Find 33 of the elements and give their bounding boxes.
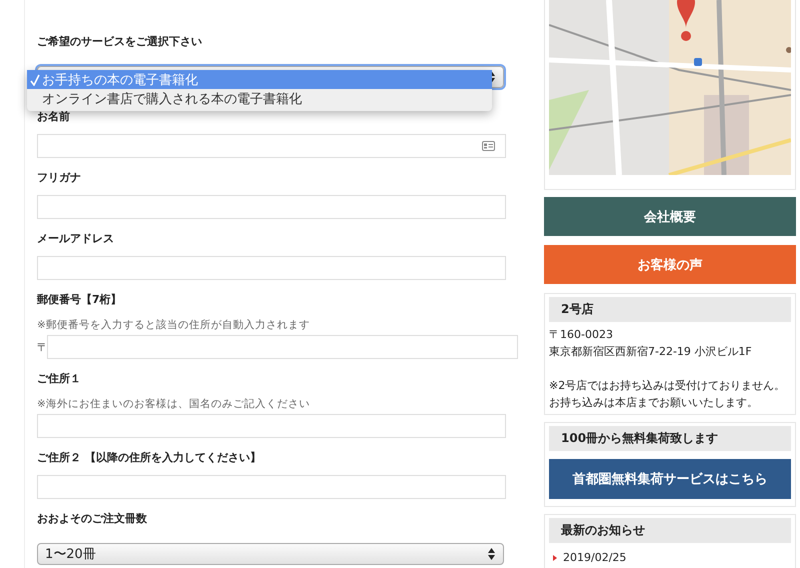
contact-card-icon[interactable] [482,141,495,151]
field-label: おおよそのご注文冊数 [37,511,148,527]
updown-icon [488,548,495,560]
link-button[interactable]: 首都圏無料集荷サービスはこちら [549,459,791,499]
field-label: 郵便番号【7桁】 [37,292,123,308]
input-field[interactable] [37,475,506,499]
field-label: ご住所１ [37,371,82,387]
select-field[interactable]: 1〜20冊 [37,543,504,565]
input-field[interactable] [37,195,506,219]
field-label: フリガナ [37,170,82,186]
menu-option[interactable]: オンライン書店で購入される本の電子書籍化 [27,89,492,108]
postal-mark: 〒 [37,340,47,354]
address-line: 〒160-0023 [549,327,614,343]
postal-code-field[interactable] [47,335,518,359]
field-label: ご住所２ 【以降の住所を入力してください】 [37,450,262,466]
check-icon [30,74,40,86]
input-field[interactable] [37,134,506,158]
field-label: お名前 [37,109,71,125]
store-note: ※2号店ではお持ち込みは受付けておりません。 [549,378,786,394]
input-field[interactable] [37,256,506,280]
address-line: 東京都新宿区西新宿7-22-19 小沢ビル1F [549,344,753,360]
bullet-icon [553,554,557,560]
field-label: ご希望のサービスをご選択下さい [37,34,203,50]
news-date[interactable]: 2019/02/25 [563,551,626,564]
field-label: メールアドレス [37,231,115,247]
section-heading: 最新のお知らせ [549,518,791,543]
section-heading: 100冊から無料集荷致します [549,426,791,451]
field-note: ※郵便番号を入力すると該当の住所が自動入力されます [37,318,311,333]
link-button[interactable]: 会社概要 [544,197,796,236]
section-heading: 2号店 [549,297,791,322]
input-field[interactable] [37,414,506,438]
field-note: ※海外にお住まいのお客様は、国名のみご記入ください [37,397,311,412]
store-note: お持ち込みは本店までお願いいたします。 [549,395,759,411]
